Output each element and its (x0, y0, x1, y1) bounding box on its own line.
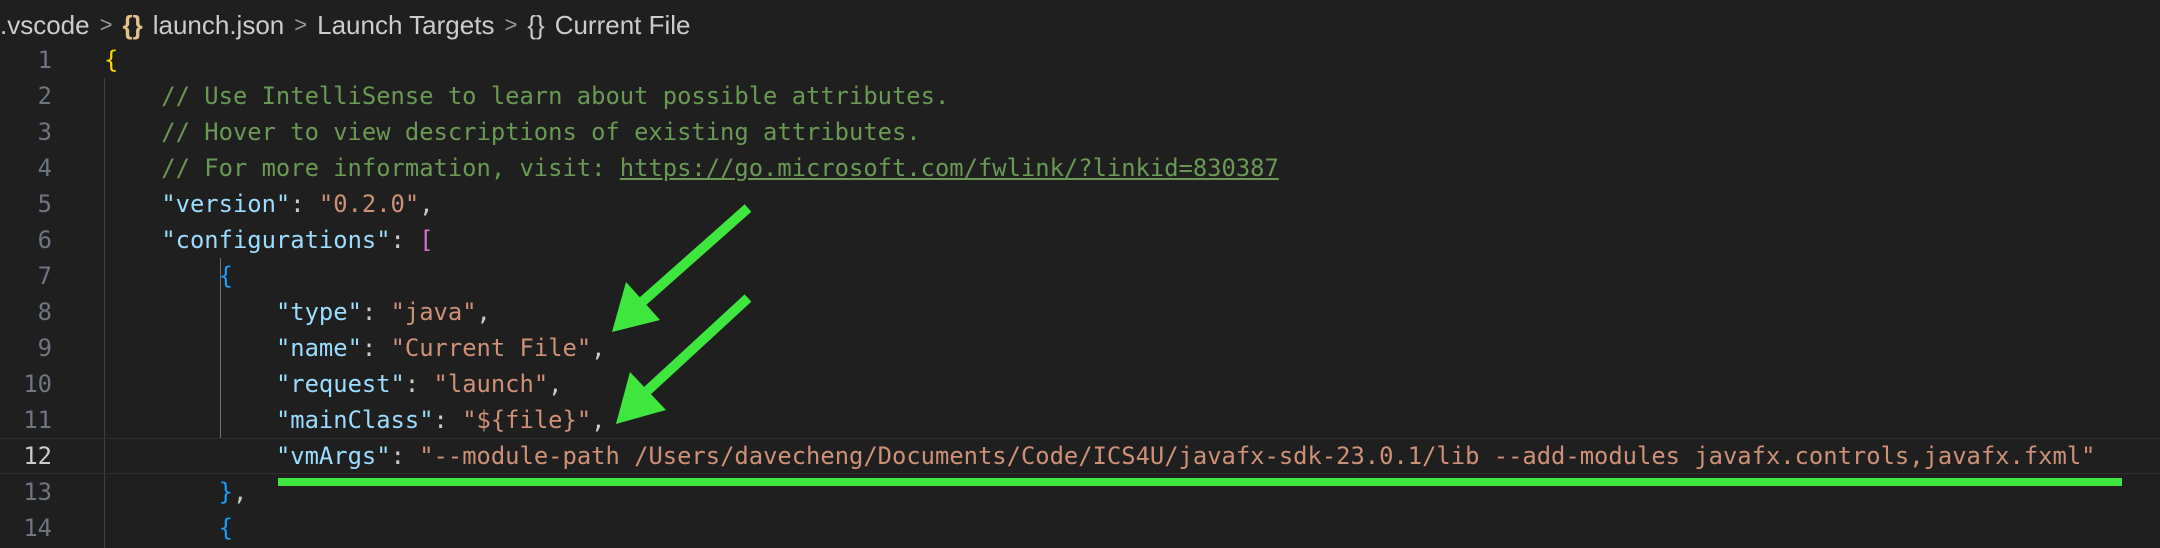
arrow-to-mainclass (642, 294, 752, 396)
arrow-to-name (638, 204, 752, 306)
annotation-overlay (278, 204, 2122, 486)
